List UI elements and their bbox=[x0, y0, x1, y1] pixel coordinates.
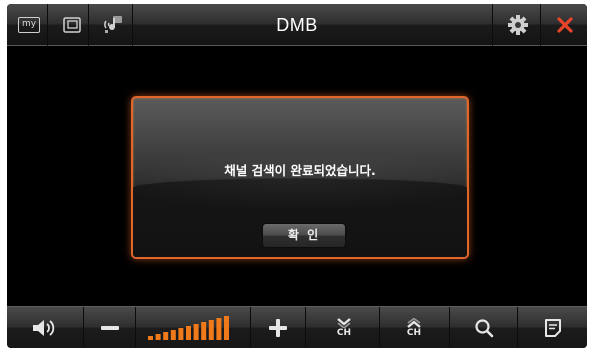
settings-button[interactable] bbox=[504, 12, 532, 38]
divider bbox=[449, 307, 450, 348]
screen: my DMB 채널 검색이 완료되었습니다. 확 인 CH CH bbox=[7, 4, 587, 348]
channel-down-label: CH bbox=[336, 328, 352, 338]
volume-bar bbox=[216, 318, 222, 340]
music-button[interactable] bbox=[100, 12, 126, 38]
volume-bar bbox=[178, 328, 184, 340]
volume-bar bbox=[170, 330, 176, 340]
volume-bar bbox=[148, 336, 153, 340]
dialog-sheen bbox=[133, 150, 467, 210]
volume-level-indicator[interactable] bbox=[143, 307, 243, 348]
search-icon bbox=[475, 319, 494, 338]
volume-up-button[interactable] bbox=[259, 307, 297, 348]
volume-bar bbox=[186, 326, 191, 340]
volume-bar bbox=[155, 334, 161, 340]
dialog-message: 채널 검색이 완료되었습니다. bbox=[224, 163, 376, 178]
divider bbox=[517, 307, 518, 348]
divider bbox=[88, 4, 89, 46]
mute-button[interactable] bbox=[21, 307, 69, 348]
divider bbox=[83, 307, 84, 348]
bottom-bar: CH CH bbox=[7, 306, 587, 348]
my-button[interactable]: my bbox=[16, 12, 42, 38]
memo-button[interactable] bbox=[525, 307, 581, 348]
channel-up-icon bbox=[407, 318, 421, 328]
page-title: DMB bbox=[276, 14, 318, 35]
volume-bar bbox=[224, 316, 229, 340]
plus-icon bbox=[269, 319, 287, 337]
my-icon: my bbox=[18, 17, 40, 33]
my-label: my bbox=[21, 19, 37, 29]
divider bbox=[47, 4, 48, 46]
divider bbox=[132, 4, 133, 46]
gear-icon bbox=[508, 15, 528, 35]
channel-up-button[interactable]: CH bbox=[389, 307, 439, 348]
divider bbox=[135, 307, 136, 348]
volume-bar bbox=[193, 324, 199, 340]
divider bbox=[305, 307, 306, 348]
divider bbox=[379, 307, 380, 348]
memo-icon bbox=[545, 319, 561, 337]
music-icon bbox=[104, 16, 122, 33]
channel-up-label: CH bbox=[406, 328, 422, 338]
divider bbox=[250, 307, 251, 348]
speaker-icon bbox=[33, 320, 55, 336]
device-frame: my DMB 채널 검색이 완료되었습니다. 확 인 CH CH bbox=[0, 0, 593, 353]
close-icon bbox=[557, 17, 573, 33]
divider bbox=[540, 4, 541, 46]
volume-bar bbox=[163, 332, 169, 340]
search-button[interactable] bbox=[459, 307, 509, 348]
completion-dialog: 채널 검색이 완료되었습니다. 확 인 bbox=[131, 96, 469, 259]
channel-down-button[interactable]: CH bbox=[319, 307, 369, 348]
window-button[interactable] bbox=[60, 12, 84, 38]
volume-bar bbox=[208, 320, 214, 340]
volume-bar bbox=[201, 322, 207, 340]
close-button[interactable] bbox=[551, 12, 579, 38]
channel-down-icon bbox=[337, 318, 351, 328]
window-icon bbox=[63, 17, 81, 33]
minus-icon bbox=[101, 326, 119, 330]
volume-down-button[interactable] bbox=[91, 307, 129, 348]
volume-bars bbox=[148, 316, 229, 340]
ok-button[interactable]: 확 인 bbox=[262, 223, 346, 248]
top-bar: my DMB bbox=[7, 4, 587, 46]
divider bbox=[492, 4, 493, 46]
